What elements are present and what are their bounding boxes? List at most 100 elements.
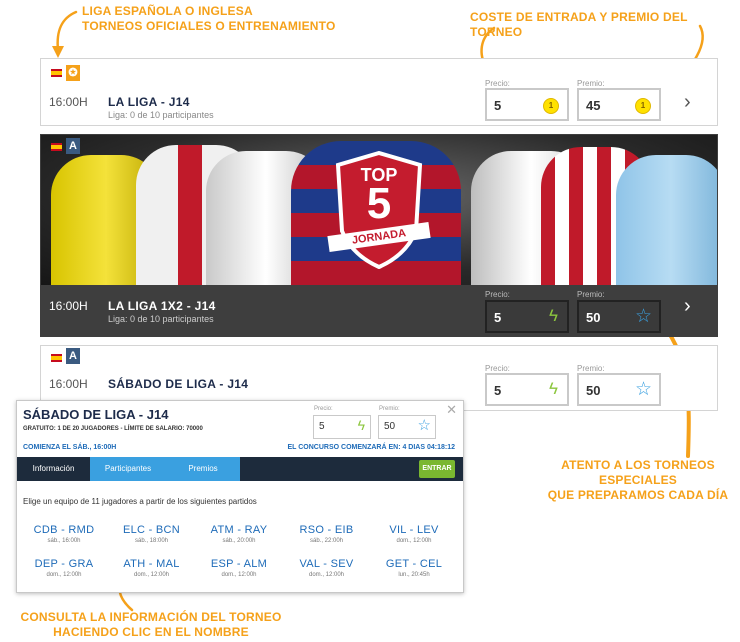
tab-premios[interactable]: Premios bbox=[166, 457, 240, 481]
prize-label: Premio: bbox=[577, 290, 605, 299]
price-label: Precio: bbox=[485, 79, 510, 88]
annotation-bottom-left: CONSULTA LA INFORMACIÓN DEL TORNEO HACIE… bbox=[16, 610, 286, 640]
annotation-line: ATENTO A LOS TORNEOS ESPECIALES bbox=[561, 458, 715, 487]
annotation-line: TORNEOS OFICIALES O ENTRENAMIENTO bbox=[82, 19, 336, 33]
popup-prize-value: 50 bbox=[384, 421, 396, 432]
prize-value: 45 bbox=[586, 98, 601, 113]
lightning-icon: ϟ bbox=[357, 417, 365, 433]
match-item: ATM - RAY sáb., 20:00h bbox=[199, 524, 279, 544]
prize-label: Premio: bbox=[577, 79, 605, 88]
chevron-right-icon[interactable]: › bbox=[684, 91, 691, 114]
special-a-icon: A bbox=[66, 348, 80, 364]
match-item: CDB - RMD sáb., 16:00h bbox=[24, 524, 104, 544]
popup-tabs: Información Participantes Premios ENTRAR bbox=[17, 457, 463, 481]
popup-price-field: 5 ϟ bbox=[313, 415, 371, 439]
annotation-line: CONSULTA LA INFORMACIÓN DEL TORNEO bbox=[20, 610, 282, 624]
match-date: dom., 12:00h bbox=[396, 538, 432, 544]
star-icon: ☆ bbox=[417, 417, 431, 434]
match-date: sáb., 20:00h bbox=[222, 538, 256, 544]
match-date: dom., 12:00h bbox=[308, 572, 345, 578]
match-date: dom., 12:00h bbox=[133, 572, 170, 578]
spain-flag-icon bbox=[51, 354, 62, 362]
tournament-info-popup: ✕ SÁBADO DE LIGA - J14 GRATUITO: 1 DE 20… bbox=[16, 400, 464, 593]
popup-countdown: EL CONCURSO COMENZARÁ EN: 4 DIAS 04:18:1… bbox=[287, 444, 455, 451]
match-item: RSO - EIB sáb., 22:00h bbox=[287, 524, 367, 544]
match-date: dom., 12:00h bbox=[221, 572, 257, 578]
annotation-line: QUE PREPARAMOS CADA DÍA bbox=[547, 488, 729, 502]
match-item: ELC - BCN sáb., 18:00h bbox=[112, 524, 192, 544]
match-teams: RSO - EIB bbox=[299, 524, 354, 536]
price-value: 5 bbox=[494, 98, 502, 113]
popup-subtitle: GRATUITO: 1 DE 20 JUGADORES - LÍMITE DE … bbox=[23, 426, 203, 432]
match-item: GET - CEL lun., 20:45h bbox=[374, 558, 454, 578]
match-teams: ELC - BCN bbox=[122, 524, 181, 536]
annotation-bottom-right: ATENTO A LOS TORNEOS ESPECIALES QUE PREP… bbox=[538, 458, 738, 503]
popup-prize-label: Premio: bbox=[379, 406, 400, 412]
top5-badge: TOP 5 JORNADA bbox=[327, 150, 431, 270]
price-field: 5 1 bbox=[485, 88, 569, 121]
tournament-name[interactable]: LA LIGA - J14 bbox=[108, 95, 190, 109]
prize-value: 50 bbox=[586, 383, 601, 398]
lightning-icon: ϟ bbox=[549, 306, 558, 325]
match-item: ESP - ALM dom., 12:00h bbox=[199, 558, 279, 578]
prize-value: 50 bbox=[586, 310, 601, 325]
arrow-top-left bbox=[56, 10, 78, 52]
match-teams: GET - CEL bbox=[385, 558, 443, 570]
popup-price-value: 5 bbox=[319, 421, 325, 432]
match-item: VIL - LEV dom., 12:00h bbox=[374, 524, 454, 544]
tournament-subtitle: Liga: 0 de 10 participantes bbox=[108, 110, 214, 120]
badge-number: 5 bbox=[366, 179, 392, 228]
official-ribbon-icon: ✪ bbox=[66, 65, 80, 81]
price-value: 5 bbox=[494, 383, 502, 398]
match-teams: CDB - RMD bbox=[33, 524, 95, 536]
popup-price-label: Precio: bbox=[314, 406, 333, 412]
special-tournament-row[interactable]: TOP 5 JORNADA A 16:00H LA LIGA 1X2 - J14… bbox=[40, 134, 718, 337]
coin-icon: 1 bbox=[543, 98, 559, 114]
popup-start-time: COMIENZA EL SÁB., 16:00H bbox=[23, 444, 117, 451]
coin-icon: 1 bbox=[635, 98, 651, 114]
prize-label: Premio: bbox=[577, 364, 605, 373]
match-teams: ESP - ALM bbox=[210, 558, 268, 570]
tournament-subtitle: Liga: 0 de 10 participantes bbox=[108, 314, 214, 324]
close-icon[interactable]: ✕ bbox=[446, 402, 457, 418]
star-icon: ☆ bbox=[634, 379, 652, 400]
match-date: sáb., 22:00h bbox=[309, 538, 344, 544]
match-item: VAL - SEV dom., 12:00h bbox=[287, 558, 367, 578]
spain-flag-icon bbox=[51, 143, 62, 151]
match-item: ATH - MAL dom., 12:00h bbox=[112, 558, 192, 578]
star-icon: ☆ bbox=[634, 306, 652, 327]
match-teams: VAL - SEV bbox=[299, 558, 354, 570]
match-item: DEP - GRA dom., 12:00h bbox=[24, 558, 104, 578]
chevron-right-icon[interactable]: › bbox=[684, 295, 691, 318]
tournament-name[interactable]: SÁBADO DE LIGA - J14 bbox=[108, 377, 248, 391]
price-value: 5 bbox=[494, 310, 502, 325]
match-teams: ATH - MAL bbox=[123, 558, 180, 570]
special-a-icon: A bbox=[66, 138, 80, 154]
price-field: 5 ϟ bbox=[485, 373, 569, 406]
match-teams: ATM - RAY bbox=[210, 524, 268, 536]
arrowhead-top-left bbox=[52, 46, 64, 58]
match-date: sáb., 16:00h bbox=[47, 538, 81, 544]
match-teams: VIL - LEV bbox=[389, 524, 439, 536]
prize-field: 50 ☆ bbox=[577, 300, 661, 333]
price-label: Precio: bbox=[485, 290, 510, 299]
price-field: 5 ϟ bbox=[485, 300, 569, 333]
tab-participantes[interactable]: Participantes bbox=[90, 457, 166, 481]
match-date: dom., 12:00h bbox=[46, 572, 82, 578]
annotation-top-right: COSTE DE ENTRADA Y PREMIO DEL TORNEO bbox=[470, 10, 688, 39]
banner-image: TOP 5 JORNADA bbox=[41, 135, 717, 285]
tournament-time: 16:00H bbox=[49, 377, 88, 391]
lightning-icon: ϟ bbox=[549, 379, 558, 398]
jersey-sky-blue bbox=[616, 155, 717, 285]
price-label: Precio: bbox=[485, 364, 510, 373]
annotation-line: LIGA ESPAÑOLA O INGLESA bbox=[82, 4, 253, 18]
enter-button[interactable]: ENTRAR bbox=[419, 460, 455, 478]
match-date: sáb., 18:00h bbox=[134, 538, 169, 544]
tournament-time: 16:00H bbox=[49, 95, 88, 109]
annotation-line: HACIENDO CLIC EN EL NOMBRE bbox=[53, 625, 249, 639]
tournament-name[interactable]: LA LIGA 1X2 - J14 bbox=[108, 299, 216, 313]
match-date: lun., 20:45h bbox=[398, 572, 430, 578]
popup-prize-field: 50 ☆ bbox=[378, 415, 436, 439]
tab-informacion[interactable]: Información bbox=[17, 457, 90, 481]
tournament-row[interactable]: ✪ 16:00H LA LIGA - J14 Liga: 0 de 10 par… bbox=[40, 58, 718, 126]
